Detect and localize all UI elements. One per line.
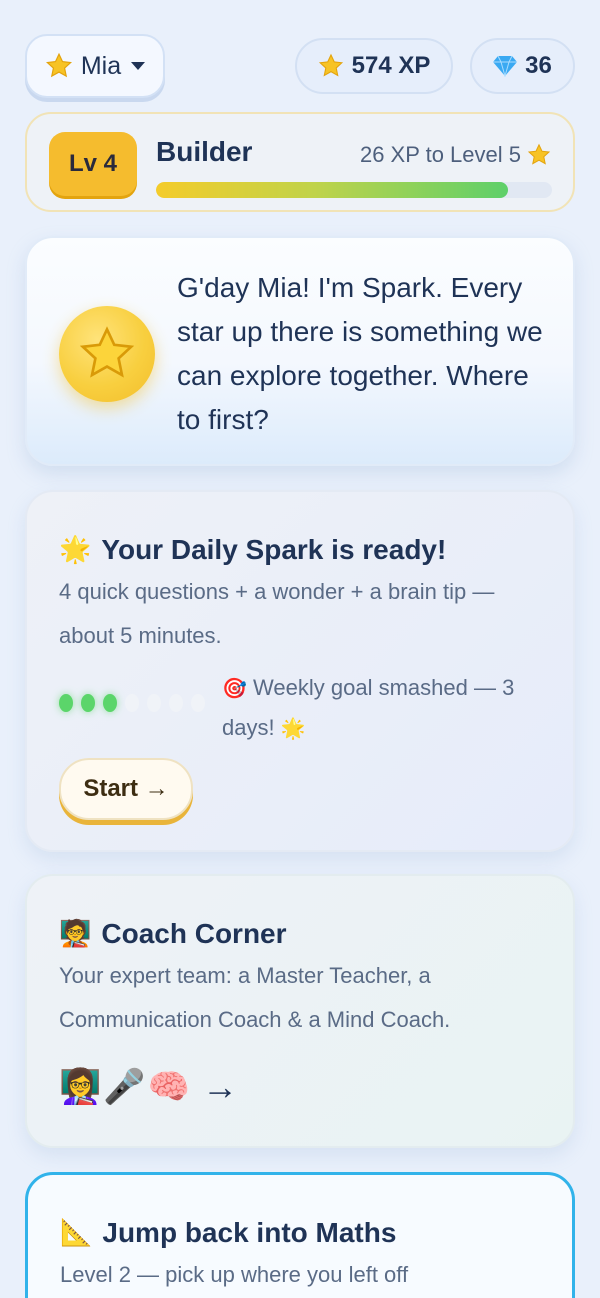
top-bar: Mia 574 XP 36	[25, 34, 575, 98]
coach-corner-card[interactable]: 🧑‍🏫 Coach Corner Your expert team: a Mas…	[25, 874, 575, 1148]
level-title: Builder	[156, 136, 253, 167]
start-button[interactable]: Start →	[59, 758, 193, 820]
master-teacher-icon: 👩‍🏫	[59, 1067, 102, 1107]
gem-counter: 36	[470, 38, 575, 94]
gem-icon	[493, 55, 518, 77]
coach-corner-title: Coach Corner	[101, 918, 287, 949]
maths-description: Level 2 — pick up where you left off	[60, 1262, 409, 1287]
coach-icons-row: 👩‍🏫 🎤 🧠 →	[59, 1066, 238, 1108]
glowing-star-icon: 🌟	[280, 716, 306, 740]
gem-count: 36	[525, 52, 552, 79]
maths-title: Jump back into Maths	[102, 1217, 397, 1248]
streak-dot	[191, 694, 205, 712]
glowing-star-icon: 🌟	[59, 535, 92, 565]
daily-spark-heading: 🌟 Your Daily Spark is ready!	[59, 530, 446, 570]
xp-progress-bar	[156, 182, 552, 198]
arrow-right-icon[interactable]: →	[202, 1066, 238, 1108]
streak-dot	[59, 694, 73, 712]
star-icon	[45, 52, 72, 78]
maths-heading: 📐 Jump back into Maths	[60, 1213, 396, 1253]
streak-dot	[103, 694, 117, 712]
level-badge: Lv 4	[49, 132, 137, 196]
microphone-icon: 🎤	[103, 1067, 146, 1107]
streak-dot	[147, 694, 161, 712]
profile-name: Mia	[80, 51, 122, 80]
level-card: Lv 4 Builder 26 XP to Level 5	[25, 112, 575, 212]
xp-label: 574 XP	[351, 52, 431, 79]
chevron-down-icon	[131, 62, 146, 70]
star-icon	[318, 53, 343, 77]
next-level-info: 26 XP to Level 5	[360, 142, 551, 168]
target-icon: 🎯	[222, 676, 247, 700]
xp-counter: 574 XP	[295, 38, 453, 94]
star-icon	[79, 326, 135, 378]
daily-spark-card[interactable]: 🌟 Your Daily Spark is ready! 4 quick que…	[25, 490, 575, 852]
spark-greeting-card: G'day Mia! I'm Spark. Every star up ther…	[25, 236, 575, 466]
spark-message: G'day Mia! I'm Spark. Every star up ther…	[177, 272, 543, 435]
profile-switcher-button[interactable]: Mia	[25, 34, 165, 98]
brain-icon: 🧠	[147, 1067, 191, 1107]
teacher-icon: 🧑‍🏫	[59, 919, 92, 949]
spark-mascot-icon	[59, 306, 155, 402]
weekly-goal-text: Weekly goal smashed — 3 days!	[222, 675, 515, 740]
coach-corner-heading: 🧑‍🏫 Coach Corner	[59, 914, 287, 954]
streak-dot	[169, 694, 183, 712]
coach-corner-description: Your expert team: a Master Teacher, a Co…	[59, 963, 451, 1032]
next-level-text: 26 XP to Level 5	[359, 142, 521, 167]
daily-spark-description: 4 quick questions + a wonder + a brain t…	[59, 579, 495, 648]
xp-progress-fill	[156, 182, 509, 198]
weekly-goal-status: 🎯 Weekly goal smashed — 3 days! 🌟	[222, 668, 542, 748]
star-icon	[527, 143, 551, 165]
streak-dots	[59, 694, 205, 712]
streak-dot	[81, 694, 95, 712]
continue-maths-card[interactable]: 📐 Jump back into Maths Level 2 — pick up…	[25, 1172, 575, 1298]
streak-dot	[125, 694, 139, 712]
triangular-ruler-icon: 📐	[60, 1218, 93, 1248]
daily-spark-title: Your Daily Spark is ready!	[101, 534, 447, 565]
